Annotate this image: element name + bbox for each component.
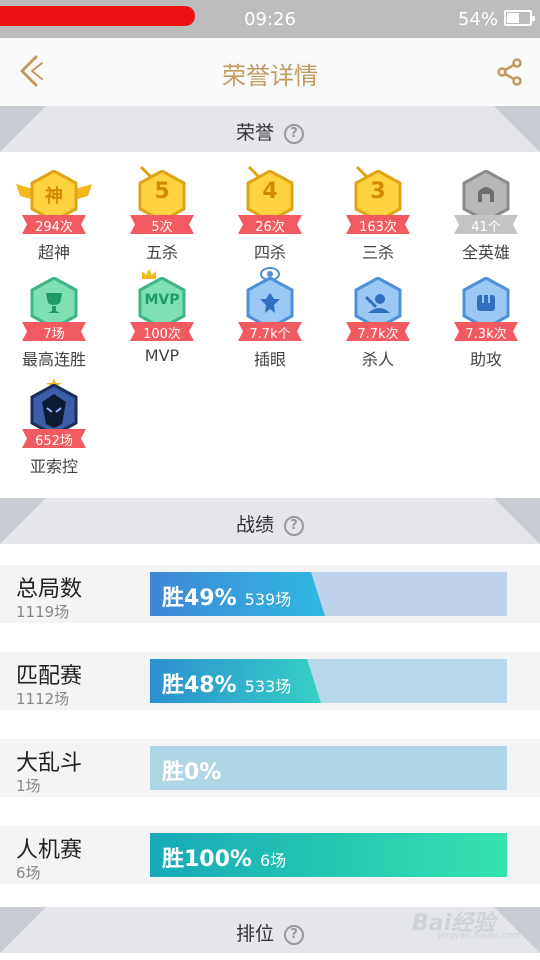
baidu-watermark: Bai经验 jingyan.baidu.com	[412, 905, 532, 945]
badge-ward[interactable]: 7.7k个 插眼	[216, 259, 324, 369]
badge-assists[interactable]: 7.3k次 助攻	[432, 259, 540, 369]
win-games: 539场	[244, 590, 292, 609]
status-bar: 09:26 54%	[0, 0, 540, 38]
stat-name: 人机赛	[16, 838, 83, 863]
section-honor: 荣誉?	[0, 106, 540, 152]
badge-count: 7.7k次	[357, 327, 399, 342]
stat-row-total[interactable]: 总局数 1119场 胜49% 539场	[0, 565, 540, 623]
section-rank-title: 排位	[235, 923, 274, 945]
badge-all-heroes[interactable]: 41个 全英雄	[432, 152, 540, 262]
stat-count: 6场	[16, 864, 41, 882]
stat-count: 1112场	[16, 690, 70, 708]
help-icon[interactable]: ?	[284, 516, 304, 536]
win-games: 533场	[244, 677, 292, 696]
stat-row-match[interactable]: 匹配赛 1112场 胜48% 533场	[0, 652, 540, 710]
badge-glyph: 4	[262, 179, 278, 204]
badge-name: 插眼	[253, 350, 286, 369]
section-record-title: 战绩	[235, 514, 274, 536]
badge-count: 652场	[35, 434, 73, 449]
badge-count: 5次	[151, 220, 173, 235]
stat-name: 总局数	[16, 577, 83, 602]
win-rate-bar: 胜0%	[150, 746, 507, 790]
help-icon[interactable]: ?	[284, 124, 304, 144]
badge-count: 163次	[359, 220, 397, 235]
badge-name: 杀人	[361, 350, 394, 369]
battery-icon	[504, 10, 535, 26]
badge-count: 7场	[43, 327, 65, 342]
honor-grid: 神 294次 超神 5 5次 五杀 4 26次 四杀 3 163次 三杀 41个…	[0, 152, 540, 498]
header: 荣誉详情	[0, 38, 540, 106]
win-rate-label: 胜48% 533场	[162, 673, 292, 698]
badge-penta-kill[interactable]: 5 5次 五杀	[108, 152, 216, 262]
stat-name: 匹配赛	[16, 664, 83, 689]
stat-row-brawl[interactable]: 大乱斗 1场 胜0%	[0, 739, 540, 797]
stat-row-ai[interactable]: 人机赛 6场 胜100% 6场	[0, 826, 540, 884]
badge-glyph: 3	[370, 179, 386, 204]
battery-percent: 54%	[457, 9, 498, 30]
help-icon[interactable]: ?	[284, 925, 304, 945]
badge-kills[interactable]: 7.7k次 杀人	[324, 259, 432, 369]
stat-count: 1场	[16, 777, 41, 795]
page-title: 荣誉详情	[222, 62, 318, 90]
badge-mvp[interactable]: MVP 100次 MVP	[108, 259, 216, 365]
badge-count: 7.3k次	[465, 327, 507, 342]
watermark-url: jingyan.baidu.com	[438, 931, 522, 941]
section-record: 战绩?	[0, 498, 540, 544]
win-rate-label: 胜0%	[162, 760, 222, 785]
stat-name: 大乱斗	[16, 751, 83, 776]
badge-win-streak[interactable]: 7场 最高连胜	[0, 259, 108, 369]
win-games: 6场	[259, 851, 287, 870]
badge-quadra-kill[interactable]: 4 26次 四杀	[216, 152, 324, 262]
win-rate-bar: 胜48% 533场	[150, 659, 507, 703]
badge-count: 7.7k个	[249, 327, 291, 342]
badge-yasuo-fan[interactable]: 652场 亚索控	[0, 366, 108, 476]
badge-count: 26次	[255, 220, 285, 235]
win-rate-label: 胜49% 539场	[162, 586, 292, 611]
section-honor-title: 荣誉	[235, 122, 274, 144]
badge-glyph: 神	[45, 186, 63, 207]
win-rate-label: 胜100% 6场	[162, 847, 287, 872]
win-rate-bar: 胜49% 539场	[150, 572, 507, 616]
share-icon[interactable]	[496, 58, 524, 86]
badge-name: 助攻	[469, 350, 502, 369]
badge-count: 294次	[35, 220, 73, 235]
badge-name: MVP	[144, 346, 180, 365]
badge-count: 100次	[143, 327, 181, 342]
badge-name: 亚索控	[29, 457, 78, 476]
badge-super-god[interactable]: 神 294次 超神	[0, 152, 108, 262]
win-rate-bar: 胜100% 6场	[150, 833, 507, 877]
badge-triple-kill[interactable]: 3 163次 三杀	[324, 152, 432, 262]
badge-count: 41个	[471, 220, 501, 235]
stat-count: 1119场	[16, 603, 70, 621]
badge-glyph: 5	[154, 179, 170, 204]
badge-glyph: MVP	[144, 292, 180, 308]
